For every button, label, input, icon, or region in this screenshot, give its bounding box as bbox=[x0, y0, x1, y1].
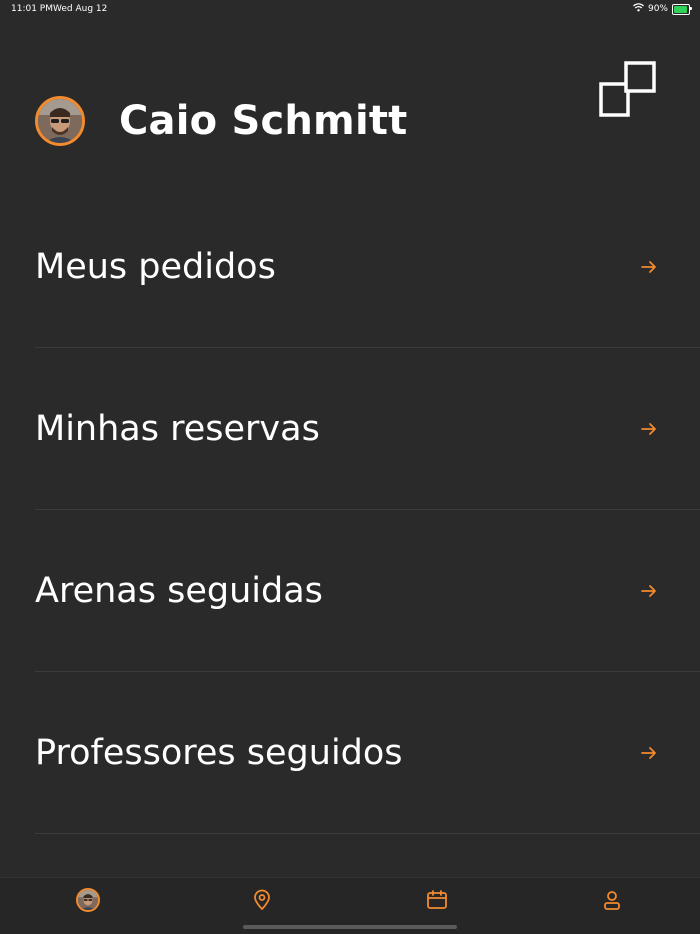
battery-icon bbox=[672, 3, 692, 15]
profile-name: Caio Schmitt bbox=[119, 98, 408, 144]
menu-item-label: Professores seguidos bbox=[35, 733, 403, 773]
menu-item-label: Arenas seguidas bbox=[35, 571, 323, 611]
tab-bar bbox=[0, 877, 700, 934]
calendar-icon bbox=[427, 890, 447, 909]
profile-photo bbox=[78, 890, 98, 910]
profile-header: Caio Schmitt bbox=[35, 96, 408, 146]
status-time: 11:01 PM bbox=[11, 4, 53, 14]
menu-item-label: Meus pedidos bbox=[35, 247, 276, 287]
tab-calendar[interactable] bbox=[425, 888, 449, 912]
arrow-right-icon bbox=[641, 423, 656, 435]
arrow-right-icon bbox=[641, 747, 656, 759]
wifi-icon bbox=[633, 3, 644, 15]
battery-level bbox=[674, 5, 687, 13]
home-indicator[interactable] bbox=[243, 925, 457, 929]
menu-item-meus-pedidos[interactable]: Meus pedidos bbox=[0, 186, 700, 348]
battery-percent: 90% bbox=[647, 4, 668, 14]
tab-map[interactable] bbox=[250, 888, 274, 912]
menu-item-label: Minhas reservas bbox=[35, 409, 320, 449]
tab-account[interactable] bbox=[600, 888, 624, 912]
arrow-right-icon bbox=[641, 261, 656, 273]
menu-item-professores-seguidos[interactable]: Professores seguidos bbox=[0, 672, 700, 834]
overlapping-squares-icon bbox=[599, 61, 656, 117]
status-indicators: 90% bbox=[633, 3, 692, 15]
profile-photo bbox=[38, 99, 82, 143]
tab-profile[interactable] bbox=[76, 888, 100, 912]
menu-list: Meus pedidos Minhas reservas Arenas segu… bbox=[0, 186, 700, 834]
menu-item-minhas-reservas[interactable]: Minhas reservas bbox=[0, 348, 700, 510]
avatar[interactable] bbox=[35, 96, 85, 146]
menu-item-arenas-seguidas[interactable]: Arenas seguidas bbox=[0, 510, 700, 672]
map-pin-icon bbox=[254, 889, 270, 910]
avatar-icon bbox=[76, 888, 100, 912]
status-date: Wed Aug 12 bbox=[53, 4, 108, 14]
screen: 11:01 PM Wed Aug 12 90% Caio Schmitt Meu… bbox=[0, 0, 700, 934]
status-bar: 11:01 PM Wed Aug 12 90% bbox=[0, 0, 700, 18]
user-icon bbox=[604, 891, 620, 910]
switch-view-button[interactable] bbox=[598, 60, 658, 120]
arrow-right-icon bbox=[641, 585, 656, 597]
